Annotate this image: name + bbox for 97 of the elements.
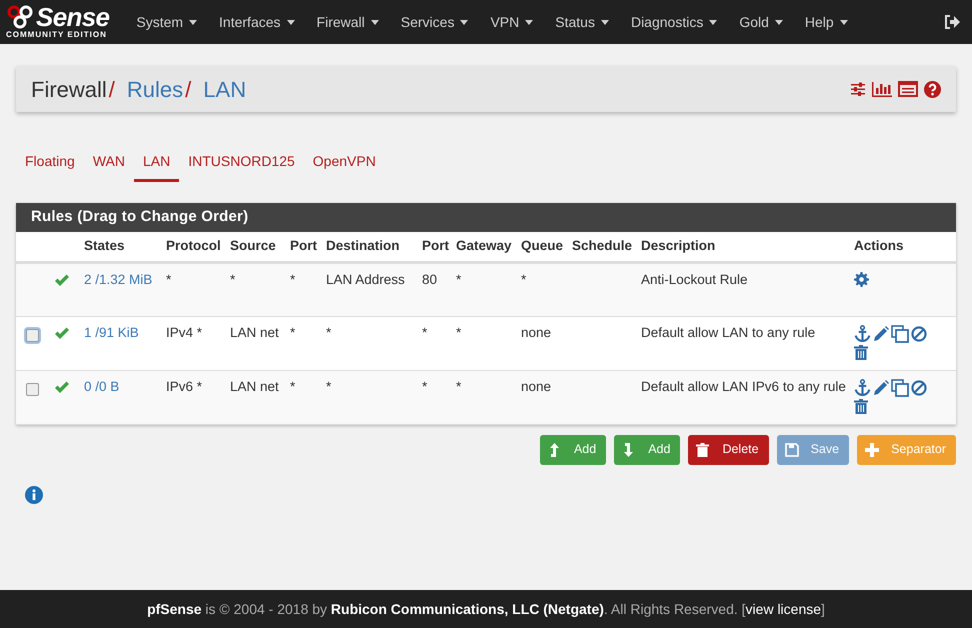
nav-menu[interactable]: Interfaces bbox=[208, 12, 306, 32]
caret-icon bbox=[709, 20, 718, 24]
anchor-icon[interactable] bbox=[854, 325, 871, 342]
list-window-icon[interactable] bbox=[898, 81, 918, 97]
nav-menu[interactable]: Diagnostics bbox=[620, 12, 728, 32]
nav-menu[interactable]: Services bbox=[390, 12, 480, 32]
table-cell: * bbox=[422, 324, 428, 340]
breadcrumb-text: Firewall bbox=[31, 76, 107, 104]
column-header: Gateway bbox=[456, 238, 512, 254]
table-cell: * bbox=[166, 272, 172, 286]
states-link[interactable]: 0 /0 B bbox=[84, 378, 120, 394]
table-cell: * bbox=[230, 272, 236, 286]
disable-icon[interactable] bbox=[911, 380, 927, 396]
table-cell: IPv4 * bbox=[166, 324, 202, 340]
sliders-icon[interactable] bbox=[850, 81, 866, 97]
table-cell: * bbox=[456, 324, 462, 340]
row-checkbox[interactable] bbox=[26, 382, 39, 396]
column-header: Port bbox=[290, 238, 317, 254]
breadcrumb-separator: / bbox=[185, 76, 192, 104]
table-cell: * bbox=[290, 378, 296, 394]
caret-icon bbox=[370, 20, 379, 24]
breadcrumb-separator: / bbox=[108, 76, 115, 104]
trash-icon[interactable] bbox=[854, 398, 868, 414]
action-button[interactable]: Delete bbox=[688, 434, 769, 464]
copyright-text: pfSense is © 2004 - 2018 by Rubicon Communications, LLC (Netgate). All Rights Reserved. [view license] bbox=[147, 600, 825, 619]
column-header: Queue bbox=[521, 238, 564, 254]
nav-menu[interactable]: System bbox=[125, 12, 208, 32]
column-header: Port bbox=[422, 238, 449, 254]
table-cell: * bbox=[326, 378, 332, 394]
anchor-icon[interactable] bbox=[854, 379, 871, 396]
table-cell: LAN net bbox=[230, 378, 279, 394]
tab[interactable]: LAN bbox=[134, 140, 180, 182]
caret-icon bbox=[286, 20, 295, 24]
license-link[interactable]: view license bbox=[746, 600, 822, 616]
caret-icon bbox=[525, 20, 534, 24]
tab[interactable]: WAN bbox=[84, 140, 134, 182]
nav-menu[interactable]: VPN bbox=[479, 12, 544, 32]
column-header: States bbox=[84, 238, 125, 254]
pencil-icon[interactable] bbox=[873, 326, 889, 342]
arrow-up-icon bbox=[548, 442, 562, 456]
nav-menu[interactable]: Firewall bbox=[306, 12, 390, 32]
table-cell: LAN Address bbox=[326, 272, 405, 286]
floppy-icon bbox=[784, 442, 799, 456]
logo-wordmark: Sense bbox=[36, 4, 110, 30]
caret-icon bbox=[460, 20, 468, 24]
table-cell: Anti-Lockout Rule bbox=[641, 272, 748, 286]
nav-menu[interactable]: Help bbox=[794, 12, 859, 32]
table-cell: Default allow LAN IPv6 to any rule bbox=[641, 378, 846, 394]
disable-icon[interactable] bbox=[911, 326, 927, 342]
table-cell: none bbox=[521, 378, 552, 394]
action-button[interactable]: Add bbox=[540, 434, 606, 464]
plus-icon bbox=[865, 442, 880, 456]
nav-menu[interactable]: Gold bbox=[728, 12, 794, 32]
table-cell: LAN net bbox=[230, 324, 279, 340]
column-header: Description bbox=[641, 238, 716, 254]
logout-icon[interactable] bbox=[944, 14, 960, 30]
column-header: Source bbox=[230, 238, 276, 254]
column-header: Schedule bbox=[572, 238, 632, 254]
copy-icon[interactable] bbox=[891, 324, 909, 342]
panel-title: Rules (Drag to Change Order) bbox=[16, 203, 956, 232]
table-cell: none bbox=[521, 324, 552, 340]
row-checkbox[interactable] bbox=[26, 328, 39, 342]
nav-menu[interactable]: Status bbox=[544, 12, 620, 32]
help-icon[interactable] bbox=[924, 80, 941, 98]
table-cell: * bbox=[521, 272, 526, 286]
table-cell: * bbox=[422, 378, 428, 394]
trash-icon bbox=[696, 442, 710, 456]
breadcrumb-link[interactable]: LAN bbox=[203, 72, 246, 106]
table-cell: 80 bbox=[422, 272, 438, 286]
caret-icon bbox=[189, 20, 198, 24]
column-header: Actions bbox=[854, 238, 904, 254]
caret-icon bbox=[774, 20, 783, 24]
table-cell: * bbox=[326, 324, 332, 340]
tab[interactable]: OpenVPN bbox=[304, 140, 385, 182]
bar-chart-icon[interactable] bbox=[872, 81, 892, 97]
table-cell: * bbox=[290, 324, 296, 340]
table-cell: * bbox=[290, 272, 296, 286]
action-button[interactable]: Add bbox=[614, 434, 680, 464]
table-cell: IPv6 * bbox=[166, 378, 202, 394]
gear-icon[interactable] bbox=[854, 272, 869, 286]
column-header: Protocol bbox=[166, 238, 221, 254]
trash-icon[interactable] bbox=[854, 344, 868, 360]
column-header: Destination bbox=[326, 238, 400, 254]
table-cell: * bbox=[456, 272, 462, 286]
info-icon[interactable] bbox=[25, 486, 43, 504]
caret-icon bbox=[840, 20, 848, 24]
logo-tagline: COMMUNITY EDITION bbox=[6, 30, 107, 40]
states-link[interactable]: 1 /91 KiB bbox=[84, 324, 139, 340]
table-cell: Default allow LAN to any rule bbox=[641, 324, 816, 340]
caret-icon bbox=[600, 20, 609, 24]
tab[interactable]: Floating bbox=[16, 140, 84, 182]
table-cell: * bbox=[456, 378, 462, 394]
states-link[interactable]: 2 /1.32 MiB bbox=[84, 272, 152, 286]
copy-icon[interactable] bbox=[891, 378, 909, 396]
breadcrumb-link[interactable]: Rules bbox=[126, 72, 184, 106]
tab[interactable]: INTUSNORD125 bbox=[179, 140, 304, 182]
pencil-icon[interactable] bbox=[873, 380, 889, 396]
